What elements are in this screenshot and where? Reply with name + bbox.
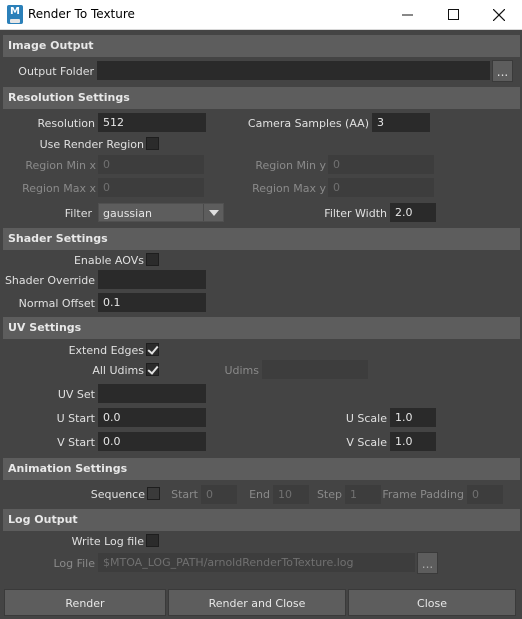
resolution-label: Resolution (37, 117, 95, 130)
section-resolution-settings[interactable]: Resolution Settings (3, 87, 520, 109)
udims-label: Udims (224, 364, 259, 377)
region-min-y-field[interactable]: 0 (328, 155, 434, 174)
start-label: Start (171, 488, 198, 501)
shader-override-label: Shader Override (4, 274, 95, 287)
filter-label: Filter (64, 207, 92, 220)
end-label: End (249, 488, 270, 501)
region-max-y-label: Region Max y (252, 182, 326, 195)
all-udims-checkbox[interactable] (146, 363, 159, 376)
u-start-field[interactable]: 0.0 (98, 408, 206, 427)
close-icon (493, 8, 505, 21)
write-log-checkbox[interactable] (146, 534, 159, 547)
use-render-region-checkbox[interactable] (146, 137, 159, 150)
enable-aovs-label: Enable AOVs (73, 254, 144, 267)
resolution-field[interactable]: 512 (98, 113, 206, 132)
output-folder-field[interactable] (97, 61, 490, 80)
camera-samples-label: Camera Samples (AA) (247, 117, 369, 130)
section-shader-settings[interactable]: Shader Settings (3, 228, 520, 250)
u-scale-field[interactable]: 1.0 (390, 408, 436, 427)
camera-samples-field[interactable]: 3 (372, 113, 430, 132)
step-label: Step (316, 488, 342, 501)
uv-set-field[interactable] (98, 384, 206, 403)
start-field[interactable]: 0 (201, 485, 237, 504)
dialog-content: Image Output Output Folder ... Resolutio… (3, 33, 520, 619)
u-start-label: U Start (56, 412, 95, 425)
region-min-y-label: Region Min y (255, 159, 326, 172)
log-file-browse-button[interactable]: ... (417, 552, 438, 574)
maximize-button[interactable] (430, 0, 476, 29)
region-max-y-field[interactable]: 0 (328, 178, 434, 197)
step-field[interactable]: 1 (345, 485, 381, 504)
chevron-down-icon (203, 204, 223, 221)
title-bar: M Render To Texture (0, 0, 522, 30)
frame-padding-label: Frame Padding (382, 488, 464, 501)
write-log-label: Write Log file (71, 535, 144, 548)
log-file-field[interactable]: $MTOA_LOG_PATH/arnoldRenderToTexture.log (98, 553, 415, 572)
render-and-close-button[interactable]: Render and Close (168, 589, 346, 616)
end-field[interactable]: 10 (273, 485, 309, 504)
uv-set-label: UV Set (57, 388, 95, 401)
frame-padding-field[interactable]: 0 (467, 485, 503, 504)
maximize-icon (447, 9, 459, 20)
filter-width-label: Filter Width (324, 207, 387, 220)
region-max-x-label: Region Max x (22, 182, 96, 195)
window-title: Render To Texture (28, 7, 135, 21)
enable-aovs-checkbox[interactable] (146, 253, 159, 266)
minimize-button[interactable] (384, 0, 430, 29)
v-scale-field[interactable]: 1.0 (390, 432, 436, 451)
sequence-checkbox[interactable] (147, 487, 160, 500)
region-min-x-label: Region Min x (25, 159, 96, 172)
v-start-field[interactable]: 0.0 (98, 432, 206, 451)
output-folder-browse-button[interactable]: ... (492, 60, 513, 82)
minimize-icon (401, 14, 413, 16)
udims-field[interactable] (262, 360, 368, 379)
section-uv-settings[interactable]: UV Settings (3, 317, 520, 339)
render-button[interactable]: Render (4, 589, 166, 616)
section-log-output[interactable]: Log Output (3, 509, 520, 531)
output-folder-label: Output Folder (18, 65, 94, 78)
v-scale-label: V Scale (346, 436, 387, 449)
maya-app-icon: M (7, 5, 23, 24)
extend-edges-label: Extend Edges (68, 344, 144, 357)
u-scale-label: U Scale (345, 412, 387, 425)
log-file-label: Log File (53, 557, 95, 570)
close-window-button[interactable] (476, 0, 522, 29)
use-render-region-label: Use Render Region (39, 138, 144, 151)
sequence-label: Sequence (90, 488, 145, 501)
normal-offset-field[interactable]: 0.1 (98, 293, 206, 312)
filter-dropdown-value: gaussian (103, 207, 152, 220)
extend-edges-checkbox[interactable] (146, 343, 159, 356)
region-max-x-field[interactable]: 0 (98, 178, 204, 197)
close-button[interactable]: Close (348, 589, 516, 616)
v-start-label: V Start (57, 436, 95, 449)
filter-dropdown[interactable]: gaussian (98, 203, 224, 222)
region-min-x-field[interactable]: 0 (98, 155, 204, 174)
shader-override-field[interactable] (98, 270, 206, 289)
filter-width-field[interactable]: 2.0 (390, 203, 436, 222)
normal-offset-label: Normal Offset (18, 297, 95, 310)
section-image-output[interactable]: Image Output (3, 35, 520, 57)
section-animation-settings[interactable]: Animation Settings (3, 458, 520, 480)
all-udims-label: All Udims (92, 364, 144, 377)
